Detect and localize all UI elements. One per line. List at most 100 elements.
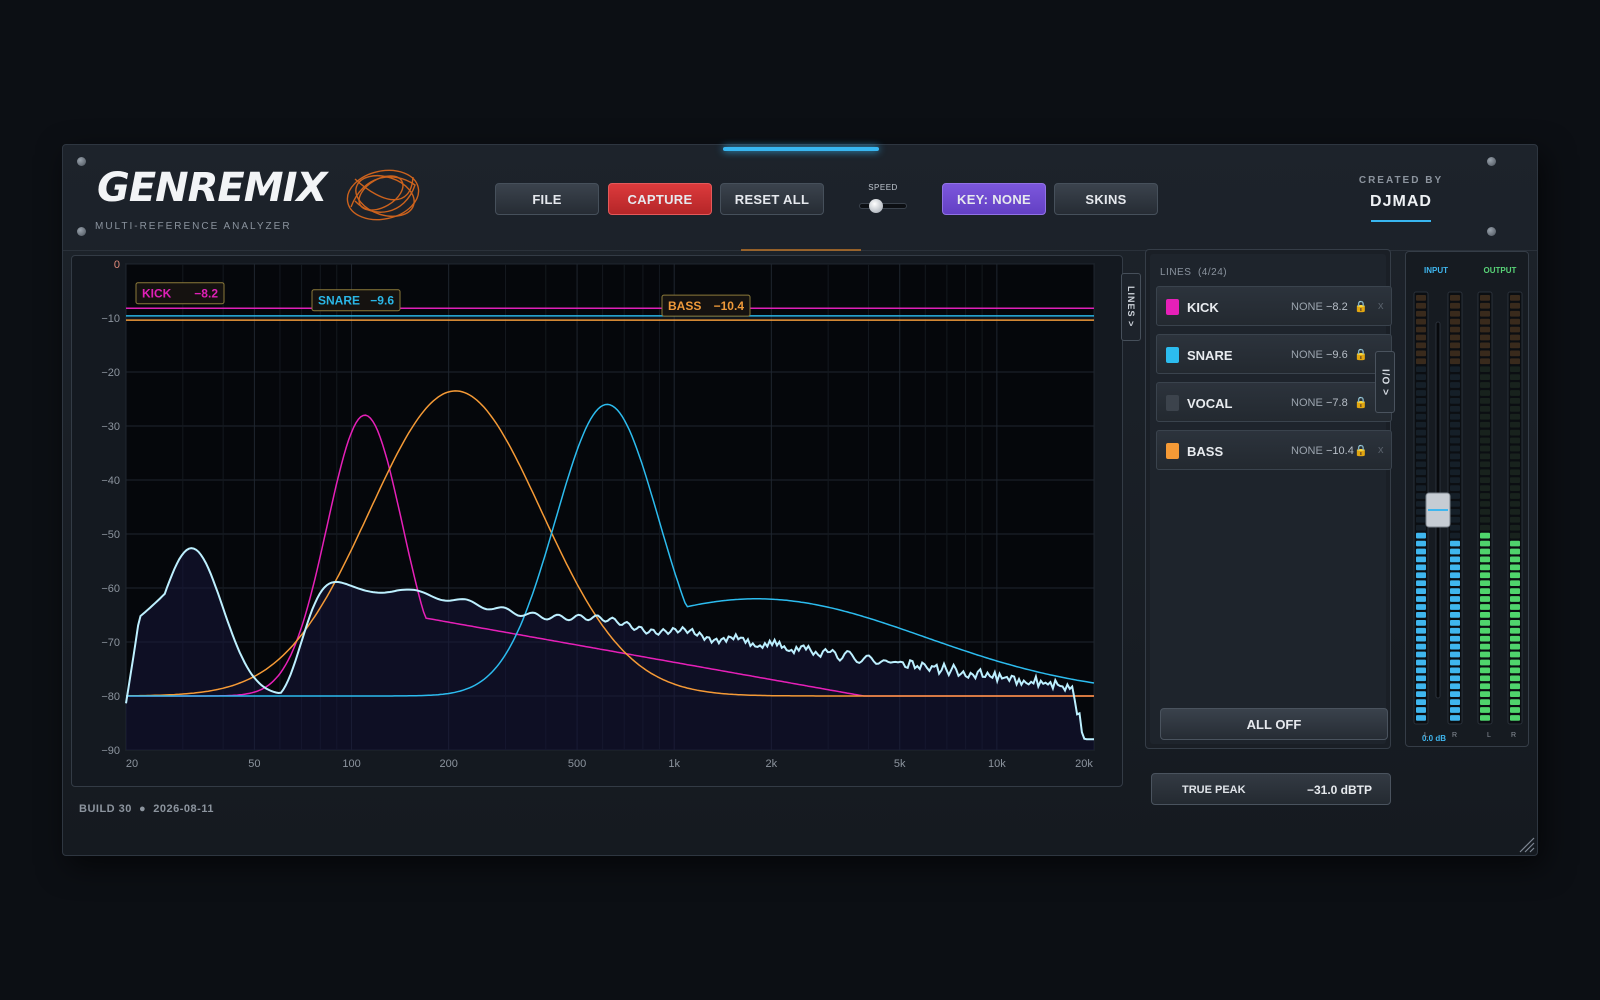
meter-segment: [1450, 572, 1460, 579]
meter-segment: [1510, 413, 1520, 420]
meter-segment: [1450, 302, 1460, 309]
meter-segment: [1510, 580, 1520, 587]
meter-trough: [1477, 291, 1493, 725]
meter-segment: [1450, 596, 1460, 602]
speed-slider[interactable]: SPEED: [853, 181, 913, 215]
channel-label: L: [1424, 732, 1428, 739]
kick-color-swatch[interactable]: [1166, 299, 1179, 315]
meter-segment: [1416, 596, 1426, 602]
level-tag[interactable]: SNARE −9.6: [311, 289, 401, 312]
meter-segment: [1510, 374, 1520, 380]
lock-icon[interactable]: 🔒: [1354, 444, 1368, 457]
key-button[interactable]: KEY: NONE: [942, 183, 1046, 215]
all-off-button[interactable]: ALL OFF: [1160, 708, 1388, 740]
speed-track[interactable]: [859, 203, 907, 209]
meter-segment: [1416, 398, 1426, 404]
meter-segment: [1416, 588, 1426, 594]
line-row-vocal[interactable]: VOCAL NONE −7.8 🔒 x: [1156, 382, 1392, 422]
reset-all-button[interactable]: RESET ALL: [720, 183, 824, 215]
line-row-bass[interactable]: BASS NONE −10.4 🔒 x: [1156, 430, 1392, 470]
level-tag[interactable]: BASS −10.4: [661, 294, 751, 317]
x-tick-label: 20k: [1075, 758, 1093, 770]
spectrum-analyzer[interactable]: 0 −10 −20 −30 −40 −50 −60 −70 −80 −90 20 50 100 200 50…: [71, 255, 1123, 787]
meter-segment: [1510, 612, 1520, 618]
lock-icon[interactable]: 🔒: [1354, 300, 1368, 313]
meter-segment: [1416, 572, 1426, 579]
lock-icon[interactable]: 🔒: [1354, 396, 1368, 409]
top-accent-bar: [723, 147, 879, 151]
meter-segment: [1510, 572, 1520, 579]
line-row-kick[interactable]: KICK NONE −8.2 🔒 x: [1156, 286, 1392, 326]
meter-segment: [1450, 398, 1460, 404]
meter-segment: [1510, 699, 1520, 705]
meter-channel: [1507, 291, 1523, 725]
line-value: −8.2: [1326, 301, 1348, 313]
meter-segment: [1480, 445, 1490, 452]
meter-segment: [1416, 405, 1426, 412]
meter-segment: [1416, 366, 1426, 373]
created-by-label: CREATED BY: [1358, 175, 1444, 186]
brand-subtitle: MULTI-REFERENCE ANALYZER: [95, 221, 292, 232]
meter-segment: [1450, 390, 1460, 396]
meter-segment: [1510, 643, 1520, 650]
meter-segment: [1416, 556, 1426, 563]
capture-button[interactable]: CAPTURE: [608, 183, 712, 215]
meter-segment: [1416, 627, 1426, 634]
meter-segment: [1510, 509, 1520, 515]
snare-color-swatch[interactable]: [1166, 347, 1179, 363]
meter-segment: [1510, 524, 1520, 531]
lock-icon[interactable]: 🔒: [1354, 348, 1368, 361]
meter-segment: [1416, 382, 1426, 388]
line-row-snare[interactable]: SNARE NONE −9.6 🔒 x: [1156, 334, 1392, 374]
meter-segment: [1510, 540, 1520, 547]
line-name: SNARE: [1187, 348, 1233, 363]
level-tag[interactable]: KICK −8.2: [135, 282, 225, 305]
file-button[interactable]: FILE: [495, 183, 599, 215]
bass-color-swatch[interactable]: [1166, 443, 1179, 459]
x-tick-label: 500: [568, 758, 586, 770]
speed-knob[interactable]: [869, 199, 883, 213]
meter-segment: [1450, 612, 1460, 618]
meter-segment: [1510, 548, 1520, 555]
meter-segment: [1510, 366, 1520, 373]
level-tag-name: KICK: [142, 287, 172, 301]
meter-segment: [1416, 501, 1426, 507]
meter-segment: [1450, 540, 1460, 547]
meter-segment: [1416, 453, 1426, 460]
created-by-name: DJMAD: [1370, 193, 1432, 210]
meter-segment: [1510, 382, 1520, 388]
lines-tab[interactable]: LINES >: [1121, 273, 1141, 341]
resize-grip-icon[interactable]: [1517, 835, 1535, 853]
meter-segment: [1450, 485, 1460, 491]
meter-segment: [1416, 413, 1426, 420]
meter-segment: [1480, 643, 1490, 650]
meter-segment: [1510, 485, 1520, 491]
created-by-underline: [1371, 220, 1431, 222]
meter-segment: [1450, 699, 1460, 705]
meter-segment: [1416, 437, 1426, 444]
meter-segment: [1480, 580, 1490, 587]
meter-segment: [1450, 366, 1460, 373]
io-tab[interactable]: I/O >: [1375, 351, 1395, 413]
meter-segment: [1480, 699, 1490, 705]
meter-segment: [1480, 675, 1490, 682]
meter-segment: [1450, 477, 1460, 484]
meter-segment: [1416, 675, 1426, 682]
meter-segment: [1480, 477, 1490, 484]
meter-segment: [1480, 318, 1490, 325]
line-name: BASS: [1187, 444, 1224, 459]
meter-segment: [1480, 651, 1490, 658]
spectrum-plot[interactable]: 0 −10 −20 −30 −40 −50 −60 −70 −80 −90 20 50 100 200 50…: [72, 256, 1124, 788]
skins-button[interactable]: SKINS: [1054, 183, 1158, 215]
vocal-color-swatch[interactable]: [1166, 395, 1179, 411]
meter-segment: [1450, 707, 1460, 713]
remove-icon[interactable]: x: [1378, 444, 1384, 456]
meter-segment: [1510, 619, 1520, 626]
meter-segment: [1480, 302, 1490, 309]
line-key: NONE: [1291, 397, 1323, 409]
meter-segment: [1450, 556, 1460, 563]
y-tick-label: −60: [101, 583, 120, 595]
meter-segment: [1450, 382, 1460, 388]
remove-icon[interactable]: x: [1378, 300, 1384, 312]
level-tag-name: BASS: [668, 299, 701, 313]
